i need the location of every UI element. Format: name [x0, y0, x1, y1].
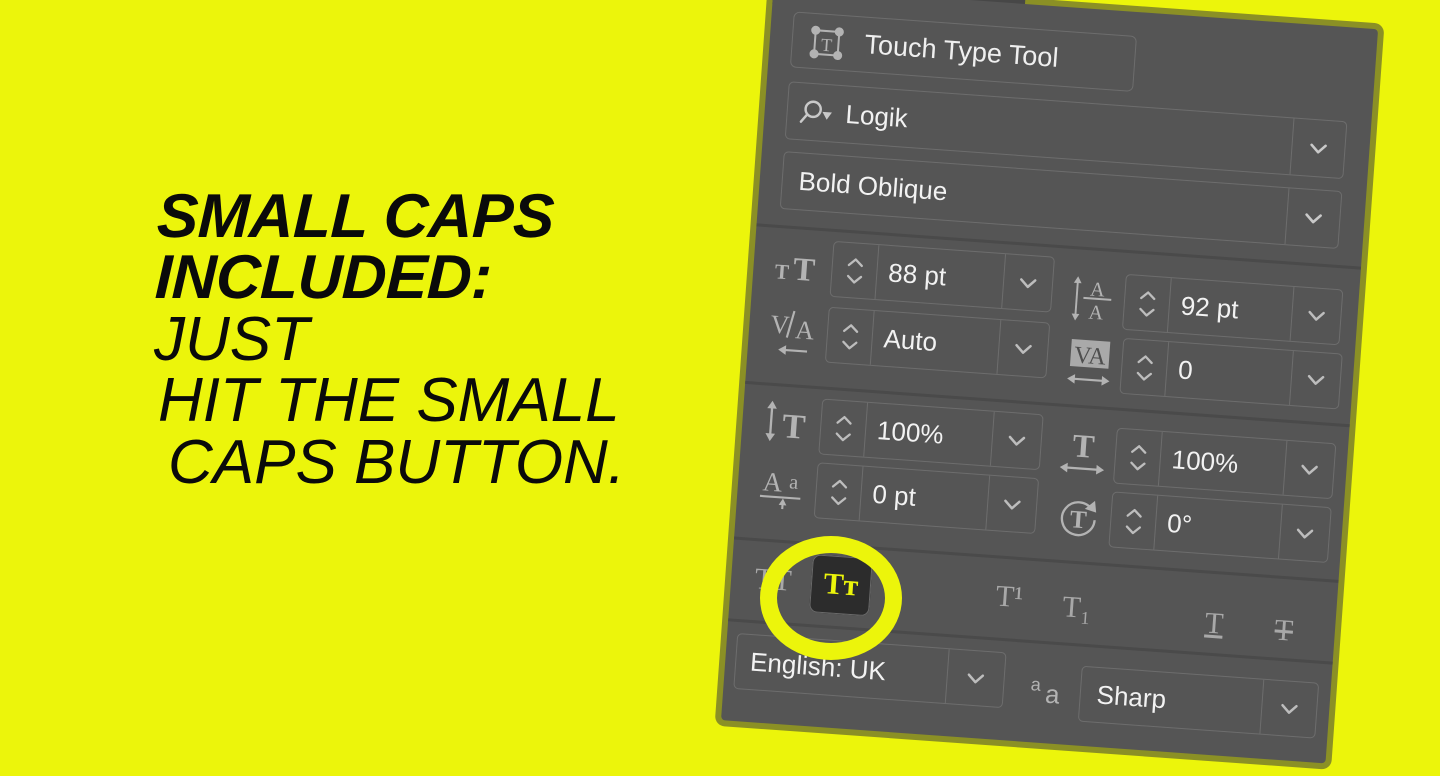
touch-type-tool-button[interactable]: T Touch Type Tool: [789, 11, 1137, 92]
kerning-stepper[interactable]: [825, 307, 875, 365]
chevron-down-icon[interactable]: [1259, 679, 1319, 738]
character-rotation-field[interactable]: 0°: [1108, 491, 1332, 564]
font-size-value: 88 pt: [887, 257, 948, 292]
font-search-icon: [796, 93, 839, 134]
chevron-down-icon[interactable]: [989, 411, 1043, 470]
svg-text:A: A: [1088, 302, 1105, 325]
font-size-field[interactable]: 88 pt: [829, 240, 1055, 313]
svg-text:T: T: [792, 252, 817, 289]
leading-icon: A A: [1062, 270, 1120, 328]
chevron-down-icon[interactable]: [996, 320, 1050, 378]
touch-type-tool-label: Touch Type Tool: [863, 29, 1060, 73]
character-panel: Character T Touch Type Tool: [688, 0, 1394, 776]
subscript-button[interactable]: T₁: [1048, 579, 1106, 637]
superscript-button[interactable]: T¹: [981, 569, 1039, 627]
svg-text:a: a: [788, 471, 799, 494]
promo-line-2-light: Just: [154, 304, 309, 374]
baseline-shift-stepper[interactable]: [814, 463, 864, 521]
svg-text:A: A: [794, 315, 815, 345]
vertical-scale-icon: T: [757, 394, 819, 452]
chevron-down-icon[interactable]: [1282, 440, 1336, 499]
strikethrough-button[interactable]: T: [1255, 602, 1313, 660]
kerning-value: Auto: [882, 323, 939, 358]
kerning-field[interactable]: Auto: [824, 306, 1051, 379]
svg-text:T: T: [1071, 428, 1096, 465]
horizontal-scale-stepper[interactable]: [1113, 428, 1163, 486]
chevron-down-icon[interactable]: [1288, 350, 1342, 409]
font-size-stepper[interactable]: [830, 241, 880, 300]
horizontal-scale-icon: T: [1053, 423, 1113, 483]
character-rotation-value: 0°: [1166, 507, 1194, 540]
svg-text:A: A: [762, 466, 784, 497]
tracking-stepper[interactable]: [1120, 338, 1170, 396]
small-caps-highlight-ring: [760, 536, 902, 660]
chevron-down-icon[interactable]: [1289, 118, 1347, 179]
promo-line-2-bold: Included:: [153, 243, 493, 313]
font-family-value: Logik: [844, 98, 909, 134]
svg-text:a: a: [1044, 681, 1061, 710]
promo-text: Small Caps Included: Just Hit The Small …: [150, 182, 710, 493]
horizontal-scale-field[interactable]: 100%: [1112, 427, 1337, 500]
svg-text:T: T: [774, 259, 790, 284]
horizontal-scale-value: 100%: [1170, 444, 1240, 479]
leading-stepper[interactable]: [1123, 274, 1172, 333]
svg-text:T: T: [1069, 506, 1088, 534]
underline-glyph: T: [1203, 606, 1225, 641]
leading-field[interactable]: 92 pt: [1121, 273, 1344, 346]
promo-line-1: Small Caps: [155, 182, 556, 251]
svg-text:VA: VA: [1073, 342, 1107, 370]
subscript-glyph: T₁: [1061, 590, 1093, 626]
chevron-down-icon[interactable]: [1284, 188, 1342, 248]
baseline-shift-field[interactable]: 0 pt: [813, 462, 1040, 535]
underline-button[interactable]: T: [1185, 595, 1243, 653]
tracking-value: 0: [1177, 354, 1194, 386]
chevron-down-icon[interactable]: [1277, 504, 1331, 562]
baseline-shift-value: 0 pt: [871, 478, 917, 512]
strikethrough-glyph: T: [1273, 613, 1295, 648]
font-style-value: Bold Oblique: [797, 165, 949, 207]
vertical-scale-field[interactable]: 100%: [818, 398, 1044, 471]
tracking-icon: VA: [1060, 334, 1120, 394]
character-rotation-icon: T: [1049, 487, 1109, 547]
baseline-shift-icon: A a: [752, 458, 814, 516]
vertical-scale-value: 100%: [876, 415, 945, 450]
svg-text:T: T: [820, 35, 833, 56]
touch-type-tool-icon: T: [803, 19, 850, 66]
anti-aliasing-value: Sharp: [1095, 679, 1168, 715]
chevron-down-icon[interactable]: [944, 649, 1006, 708]
promo-line-3: Hit The Small: [158, 366, 620, 436]
chevron-down-icon[interactable]: [1001, 254, 1054, 312]
superscript-glyph: T¹: [994, 579, 1025, 615]
character-rotation-stepper[interactable]: [1109, 492, 1159, 550]
anti-aliasing-icon: a a: [1018, 665, 1073, 717]
chevron-down-icon[interactable]: [985, 475, 1039, 533]
tracking-field[interactable]: 0: [1119, 337, 1343, 410]
anti-aliasing-select[interactable]: Sharp: [1077, 665, 1320, 739]
promo-line-4: Caps Button.: [168, 427, 626, 497]
font-size-icon: T T: [770, 239, 828, 295]
svg-text:T: T: [781, 407, 807, 447]
kerning-icon: V A: [763, 302, 825, 362]
vertical-scale-stepper[interactable]: [819, 399, 869, 457]
chevron-down-icon[interactable]: [1289, 286, 1343, 345]
leading-value: 92 pt: [1179, 290, 1240, 325]
svg-text:a: a: [1030, 674, 1042, 695]
